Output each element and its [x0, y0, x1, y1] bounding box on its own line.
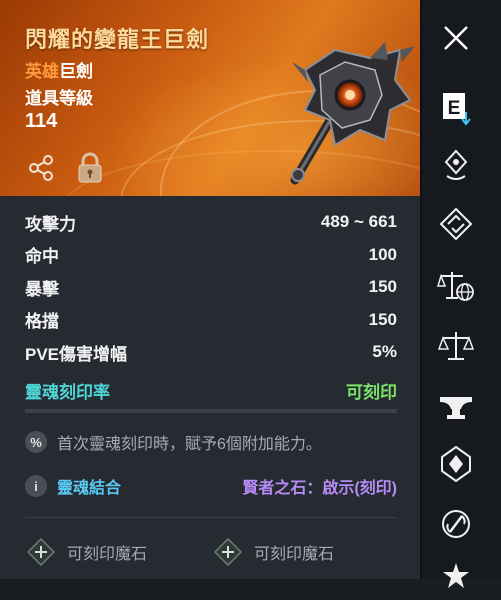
equip-button[interactable]: E [428, 84, 484, 132]
gem-slot-icon [214, 538, 242, 566]
item-level-label: 道具等級 [25, 89, 93, 108]
stat-label: 攻擊力 [25, 214, 76, 234]
first-engrave-note: % 首次靈魂刻印時，賦予6個附加能力。 [25, 430, 397, 454]
compare-button[interactable] [428, 322, 484, 370]
stat-value: 150 [368, 309, 397, 329]
soul-bond-value: 賢者之石：啟示(刻印) [242, 480, 397, 497]
stat-row-block: 格擋 150 [25, 304, 397, 337]
reforge-button[interactable] [428, 200, 484, 248]
stat-value: 489 ~ 661 [320, 212, 397, 232]
soul-engrave-progress [25, 409, 397, 413]
action-sidebar: E [420, 0, 501, 588]
close-icon [444, 26, 468, 50]
stat-row-attack: 攻擊力 489 ~ 661 [25, 206, 397, 239]
anvil-icon [440, 397, 472, 419]
stat-label: PVE傷害增幅 [25, 344, 128, 364]
equip-icon: E [443, 93, 471, 126]
enhance-button[interactable] [428, 440, 484, 488]
share-icon[interactable] [25, 152, 57, 184]
item-grade: 英雄巨劍 [25, 57, 93, 82]
soul-engrave-label: 靈魂刻印率 [25, 383, 110, 402]
stat-value: 5% [372, 342, 397, 362]
item-tooltip-panel: 閃耀的變龍王巨劍 英雄巨劍 道具等級 114 攻擊力 489 ~ 661 命中 … [0, 0, 420, 579]
info-icon[interactable]: i [25, 475, 47, 497]
stat-row-pve-damage: PVE傷害增幅 5% [25, 336, 397, 369]
gem-slot-icon [27, 538, 55, 566]
shield-core-icon [441, 445, 471, 483]
soul-engrave-status: 可刻印 [346, 383, 397, 402]
lock-icon[interactable] [74, 152, 106, 184]
item-level-value: 114 [25, 110, 58, 132]
balance-icon [438, 332, 474, 360]
item-name: 閃耀的變龍王巨劍 [25, 27, 210, 52]
close-button[interactable] [428, 14, 484, 62]
skill-pin-icon [444, 149, 468, 180]
skill-pin-button[interactable] [428, 142, 484, 190]
diamond-arrows-icon [439, 207, 473, 241]
soul-bond-label: 靈魂結合 [57, 480, 122, 497]
stat-row-critical: 暴擊 150 [25, 271, 397, 304]
ring-link-icon [442, 510, 470, 538]
item-rarity: 英雄 [25, 62, 59, 81]
gem-slot[interactable]: 可刻印魔石 [27, 538, 147, 566]
gem-slot-label: 可刻印魔石 [254, 546, 335, 563]
stat-value: 150 [368, 277, 397, 297]
compare-globe-icon [437, 272, 474, 301]
stat-label: 格擋 [25, 312, 59, 332]
stat-row-accuracy: 命中 100 [25, 239, 397, 272]
greatsword-image [290, 42, 415, 185]
gem-slot-label: 可刻印魔石 [67, 546, 148, 563]
stat-value: 100 [368, 244, 397, 264]
favorite-button[interactable] [428, 552, 484, 600]
percent-icon: % [25, 431, 47, 453]
stat-list: 攻擊力 489 ~ 661 命中 100 暴擊 150 格擋 150 PVE傷害… [25, 206, 397, 369]
first-engrave-text: 首次靈魂刻印時，賦予6個附加能力。 [57, 436, 322, 453]
soul-engrave-row: 靈魂刻印率 可刻印 [25, 378, 397, 403]
divider [25, 517, 397, 518]
item-type: 巨劍 [59, 62, 93, 81]
item-header: 閃耀的變龍王巨劍 英雄巨劍 道具等級 114 [0, 0, 420, 196]
star-icon [443, 563, 469, 588]
gem-slot[interactable]: 可刻印魔石 [214, 538, 334, 566]
stat-label: 命中 [25, 247, 59, 267]
smithing-button[interactable] [428, 382, 484, 430]
compare-market-button[interactable] [428, 262, 484, 310]
soul-bond-row: i 靈魂結合 賢者之石：啟示(刻印) [25, 474, 397, 498]
link-button[interactable] [428, 500, 484, 548]
stat-label: 暴擊 [25, 279, 59, 299]
svg-text:E: E [448, 98, 461, 119]
